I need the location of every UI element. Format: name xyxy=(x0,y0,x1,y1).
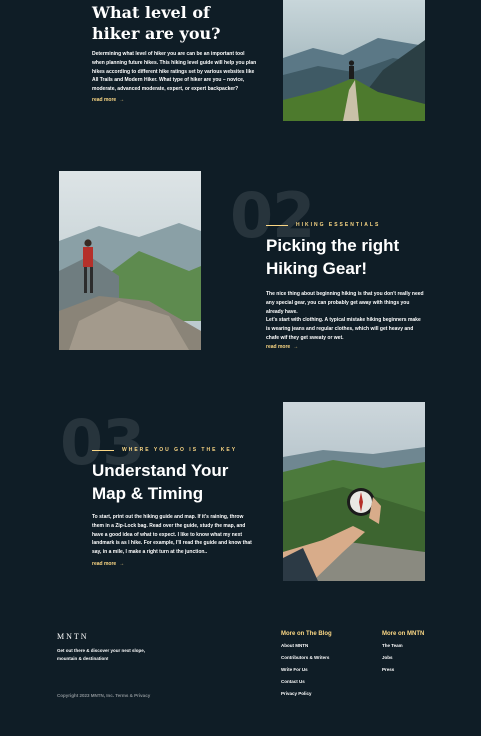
read-more-label: read more xyxy=(92,561,117,567)
footer-link-write-for-us[interactable]: Write For Us xyxy=(281,667,332,672)
arrow-right-icon: → xyxy=(293,344,299,350)
footer-blog-column: More on The Blog About MNTN Contributors… xyxy=(281,631,332,703)
section-2-heading-line-2: Hiking Gear! xyxy=(266,258,368,278)
section-2-heading: Picking the right Hiking Gear! xyxy=(266,235,399,281)
eyebrow-line xyxy=(266,224,288,226)
section-2-eyebrow-text: HIKING ESSENTIALS xyxy=(296,222,381,228)
hiker-on-ridge-photo xyxy=(283,0,425,121)
section-3-eyebrow: WHERE YOU GO IS THE KEY xyxy=(92,447,237,453)
footer-mntn-title: More on MNTN xyxy=(382,631,425,637)
section-3-heading: Understand Your Map & Timing xyxy=(92,460,228,506)
footer-link-jobs[interactable]: Jobs xyxy=(382,655,424,660)
footer-link-contributors[interactable]: Contributors & Writers xyxy=(281,655,332,660)
footer-logo[interactable]: MNTN xyxy=(57,632,89,641)
footer-copyright: Copyright 2023 MNTN, Inc. Terms & Privac… xyxy=(57,693,151,698)
section-1-heading-line-1: What level of xyxy=(92,3,210,22)
arrow-right-icon: → xyxy=(119,561,125,567)
section-3-heading-line-2: Map & Timing xyxy=(92,483,204,503)
read-more-label: read more xyxy=(92,97,117,103)
footer-link-press[interactable]: Press xyxy=(382,667,424,672)
footer-tagline: Get out there & discover your next slope… xyxy=(57,648,146,662)
section-3-body: To start, print out the hiking guide and… xyxy=(92,514,252,555)
section-1-heading-line-2: hiker are you? xyxy=(92,23,221,43)
section-3-eyebrow-text: WHERE YOU GO IS THE KEY xyxy=(122,447,238,453)
footer-link-about[interactable]: About MNTN xyxy=(281,643,332,648)
arrow-right-icon: → xyxy=(119,97,125,103)
footer-link-contact[interactable]: Contact Us xyxy=(281,679,332,684)
section-1-body: Determining what level of hiker you are … xyxy=(92,51,257,92)
eyebrow-line xyxy=(92,449,114,451)
hiker-on-rock-photo xyxy=(59,171,201,350)
section-3-heading-line-1: Understand Your xyxy=(92,461,229,480)
footer-mntn-column: More on MNTN The Team Jobs Press xyxy=(382,631,424,679)
section-1-heading: What level of hiker are you? xyxy=(92,3,221,45)
read-more-label: read more xyxy=(266,344,291,350)
section-2-body: The nice thing about beginning hiking is… xyxy=(266,291,424,341)
section-2-read-more-link[interactable]: read more → xyxy=(266,344,298,350)
footer-link-team[interactable]: The Team xyxy=(382,643,424,648)
section-2-heading-line-1: Picking the right xyxy=(266,236,400,255)
footer-blog-title: More on The Blog xyxy=(281,631,332,637)
section-2-eyebrow: HIKING ESSENTIALS xyxy=(266,222,380,228)
section-3-read-more-link[interactable]: read more → xyxy=(92,561,124,567)
footer-link-privacy[interactable]: Privacy Policy xyxy=(281,691,332,696)
section-1-read-more-link[interactable]: read more → xyxy=(92,97,124,103)
compass-in-hand-photo xyxy=(283,402,425,581)
